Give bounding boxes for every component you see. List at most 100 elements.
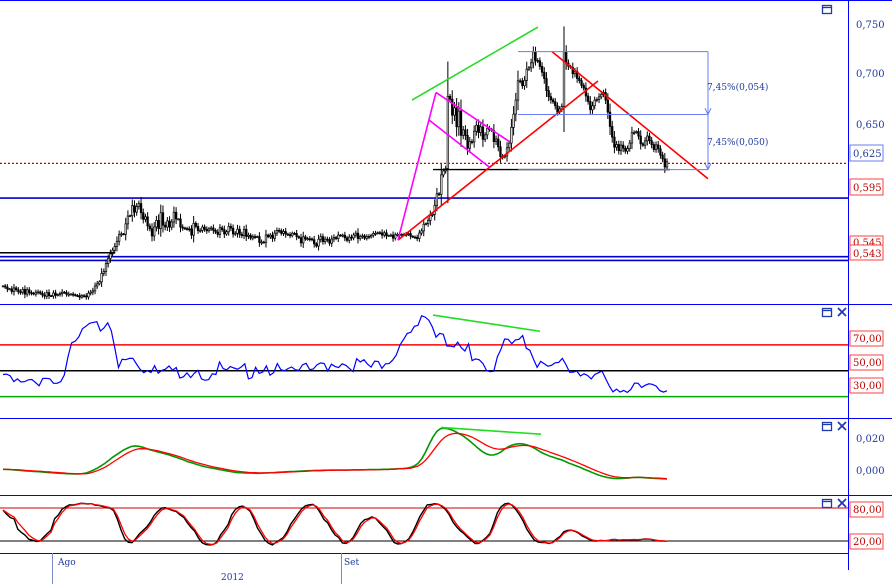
candle-body [661, 154, 664, 160]
candle-body [499, 146, 502, 157]
candle-body [586, 95, 590, 102]
candle-body [400, 234, 403, 236]
chart-canvas: 0,750 0,700 0,650 0,625 0,595 0,545 0,54… [0, 0, 892, 584]
candle-body [431, 214, 434, 216]
candle-body [249, 234, 252, 239]
candle-body [69, 293, 73, 296]
candle-body [545, 78, 548, 91]
candle-body [464, 129, 467, 136]
candle-body [14, 287, 18, 291]
candle-body [468, 141, 471, 149]
candle-body [497, 138, 500, 148]
candle-body [126, 215, 130, 225]
candle-body [273, 232, 276, 239]
candle-body [36, 291, 40, 294]
candle-body [543, 71, 546, 79]
candle-body [321, 236, 325, 242]
candle-body [286, 233, 290, 236]
rsi-level-30: 30,00 [853, 381, 882, 392]
candle-body [459, 110, 463, 136]
support-price-label: 0,543 [853, 249, 882, 260]
candle-body [416, 237, 419, 239]
candle-body [39, 291, 42, 294]
candle-body [54, 292, 57, 296]
candle-body [650, 140, 653, 145]
candle-body [554, 101, 557, 107]
candle-body [473, 130, 476, 143]
candle-body [96, 283, 99, 287]
candle-body [547, 90, 550, 97]
candle-body [648, 135, 651, 141]
candle-body [426, 220, 430, 225]
candle-body [359, 236, 362, 239]
candle-body [291, 232, 294, 237]
candle-body [330, 238, 333, 244]
candle-body [188, 228, 191, 231]
candle-body [313, 239, 316, 245]
candle-body [67, 293, 70, 296]
candle-body [251, 236, 254, 239]
candle-body [374, 232, 377, 235]
candle-body [455, 107, 458, 128]
candle-body [231, 227, 235, 235]
candle-body [407, 233, 410, 235]
candle-body [302, 236, 305, 244]
candle-body [216, 231, 219, 235]
candle-body [10, 288, 13, 292]
candle-body [30, 292, 33, 295]
candle-body [201, 226, 204, 231]
candle-body [665, 161, 669, 168]
candle-body [56, 294, 59, 296]
candle-body [383, 232, 386, 236]
candle-body [508, 142, 511, 149]
candle-body [380, 232, 384, 236]
candle-body [196, 226, 200, 231]
candle-body [538, 60, 542, 67]
candle-body [65, 292, 68, 295]
candle-body [470, 141, 474, 143]
candle-body [181, 226, 184, 229]
candle-body [376, 232, 379, 235]
candle-body [549, 96, 553, 101]
candle-body [641, 143, 645, 146]
candle-body [144, 216, 147, 220]
candle-body [269, 234, 272, 238]
candle-body [34, 291, 38, 295]
chart-window: 0,750 0,700 0,650 0,625 0,595 0,545 0,54… [0, 0, 892, 584]
candle-body [4, 285, 7, 288]
candle-body [310, 238, 314, 241]
candle-body [409, 233, 412, 237]
candle-body [304, 236, 307, 240]
candle-body [578, 78, 581, 81]
candle-body [582, 85, 585, 89]
candle-body [262, 241, 265, 244]
candle-body [25, 289, 29, 295]
candle-body [131, 205, 134, 217]
candle-body [220, 227, 224, 230]
candle-body [78, 295, 81, 298]
candle-body [135, 206, 138, 213]
candle-body [229, 226, 233, 229]
candle-body [663, 158, 666, 168]
candle-body [372, 233, 375, 236]
candle-body [628, 142, 631, 149]
candle-body [295, 233, 298, 238]
candle-body [483, 134, 487, 140]
candle-body [264, 234, 268, 243]
candle-body [420, 230, 423, 234]
candle-body [394, 234, 397, 239]
candle-body [61, 291, 64, 295]
candle-body [334, 237, 338, 239]
candle-body [352, 234, 355, 239]
candle-body [527, 67, 531, 70]
candle-body [481, 126, 485, 140]
candle-body [367, 236, 371, 238]
candle-body [512, 113, 515, 128]
candle-body [387, 235, 390, 237]
candle-body [245, 228, 248, 237]
candle-body [161, 212, 165, 226]
candle-body [494, 138, 498, 142]
candle-body [227, 226, 230, 233]
candle-body [323, 238, 327, 242]
candle-body [207, 228, 211, 232]
